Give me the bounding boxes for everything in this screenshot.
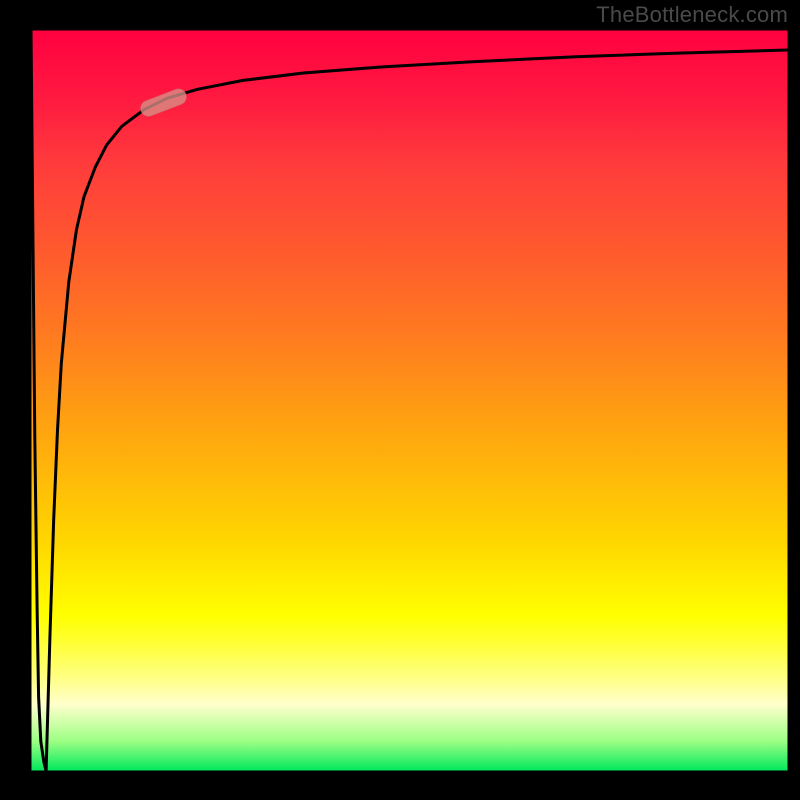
- chart-stage: TheBottleneck.com: [0, 0, 800, 800]
- plot-gradient-background: [31, 30, 788, 771]
- watermark-text: TheBottleneck.com: [596, 4, 788, 26]
